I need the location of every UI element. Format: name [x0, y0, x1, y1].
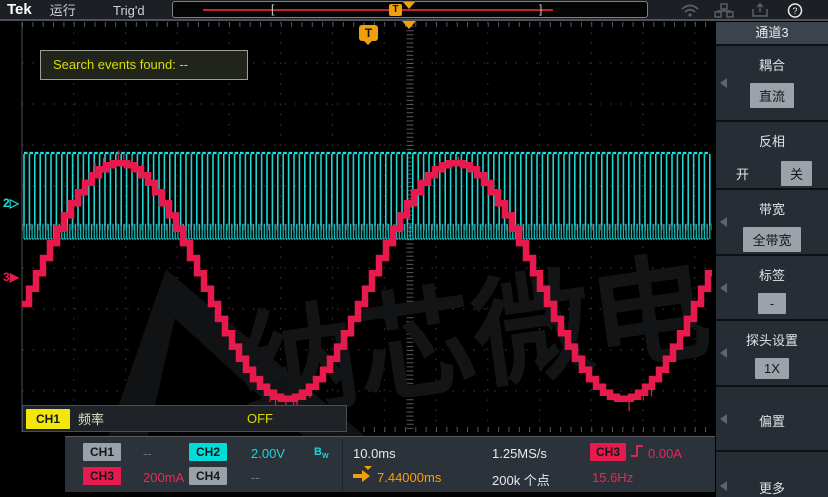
- record-bracket-close: ]: [539, 2, 542, 17]
- menu-item-probe-setup[interactable]: 探头设置 1X: [716, 321, 828, 385]
- measurement-type-label: 频率: [78, 409, 104, 428]
- menu-item-invert[interactable]: 反相 开 关: [716, 122, 828, 188]
- trigger-level: 0.00A: [648, 446, 682, 461]
- ch3-ground-marker[interactable]: 3▶: [3, 270, 25, 284]
- ch3-scale: 200mA: [143, 470, 184, 485]
- chevron-left-icon: [720, 481, 727, 491]
- invert-on-option[interactable]: 开: [736, 164, 749, 183]
- delay-time: 7.44000ms: [377, 470, 441, 485]
- acquisition-status: 运行: [50, 0, 76, 19]
- probe-value-button[interactable]: 1X: [755, 358, 789, 379]
- svg-text:?: ?: [792, 6, 797, 16]
- record-length: 200k 个点: [492, 470, 550, 489]
- menu-title: 通道3: [716, 22, 828, 44]
- trigger-position-marker-icon[interactable]: [402, 21, 416, 29]
- help-icon[interactable]: ?: [785, 3, 805, 18]
- channel3-menu: 通道3 耦合 直流 反相 开 关 带宽 全带宽 标签 - 探头设置 1X: [716, 22, 828, 497]
- trigger-position-caret-icon[interactable]: [403, 2, 415, 9]
- export-icon[interactable]: [750, 3, 770, 18]
- chevron-left-icon: [720, 283, 727, 293]
- ch4-scale: --: [251, 470, 260, 485]
- menu-item-bandwidth[interactable]: 带宽 全带宽: [716, 190, 828, 254]
- trigger-slope-icon: [630, 444, 644, 461]
- chevron-left-icon: [720, 348, 727, 358]
- menu-item-label[interactable]: 标签 -: [716, 256, 828, 319]
- measurement-channel-badge[interactable]: CH1: [26, 409, 70, 429]
- menu-item-more[interactable]: 更多: [716, 452, 828, 497]
- horizontal-scale: 10.0ms: [353, 446, 396, 461]
- top-status-bar: Tek 运行 Trig'd [ ] T ?: [0, 0, 828, 21]
- ch1-scale: --: [143, 446, 152, 461]
- trigger-source-badge[interactable]: CH3: [590, 443, 626, 461]
- bandwidth-value-button[interactable]: 全带宽: [743, 227, 800, 252]
- delay-arrow-icon: [353, 469, 371, 481]
- ch1-badge[interactable]: CH1: [83, 443, 121, 461]
- network-icon[interactable]: [714, 3, 734, 18]
- wifi-icon[interactable]: [680, 3, 700, 18]
- panel-divider: [342, 439, 343, 491]
- invert-off-option[interactable]: 关: [781, 161, 812, 186]
- record-bracket-open: [: [271, 2, 274, 17]
- ch2-ground-marker[interactable]: 2▷: [3, 196, 25, 210]
- coupling-value-button[interactable]: 直流: [750, 83, 794, 108]
- chevron-left-icon: [720, 414, 727, 424]
- trigger-position-flag[interactable]: T: [389, 4, 402, 16]
- readout-panel: CH1 -- CH2 2.00V BW CH3 200mA CH4 -- 10.…: [65, 436, 715, 492]
- oscilloscope-screen: 纳芯微电 Tek 运行 Trig'd [ ] T ? Search events…: [0, 0, 828, 497]
- ch2-scale: 2.00V: [251, 446, 285, 461]
- trigger-frequency: 15.6Hz: [592, 470, 633, 485]
- record-view-line: [203, 9, 553, 11]
- trigger-status: Trig'd: [113, 3, 145, 18]
- ch2-bandwidth-badge: BW: [314, 446, 329, 460]
- tek-logo: Tek: [7, 1, 32, 18]
- measurement-value: OFF: [247, 411, 273, 426]
- search-events-banner: Search events found: --: [40, 50, 248, 80]
- chevron-left-icon: [720, 217, 727, 227]
- chevron-left-icon: [720, 78, 727, 88]
- measurement-bar: CH1 频率 OFF: [22, 405, 347, 432]
- trigger-position-bar[interactable]: [ ] T: [172, 1, 648, 18]
- trigger-time-flag[interactable]: T: [359, 25, 378, 41]
- menu-item-offset[interactable]: 偏置: [716, 387, 828, 450]
- label-value-button[interactable]: -: [758, 293, 786, 314]
- ch4-badge[interactable]: CH4: [189, 467, 227, 485]
- ch2-badge[interactable]: CH2: [189, 443, 227, 461]
- ch3-badge[interactable]: CH3: [83, 467, 121, 485]
- menu-item-coupling[interactable]: 耦合 直流: [716, 46, 828, 120]
- sample-rate: 1.25MS/s: [492, 446, 547, 461]
